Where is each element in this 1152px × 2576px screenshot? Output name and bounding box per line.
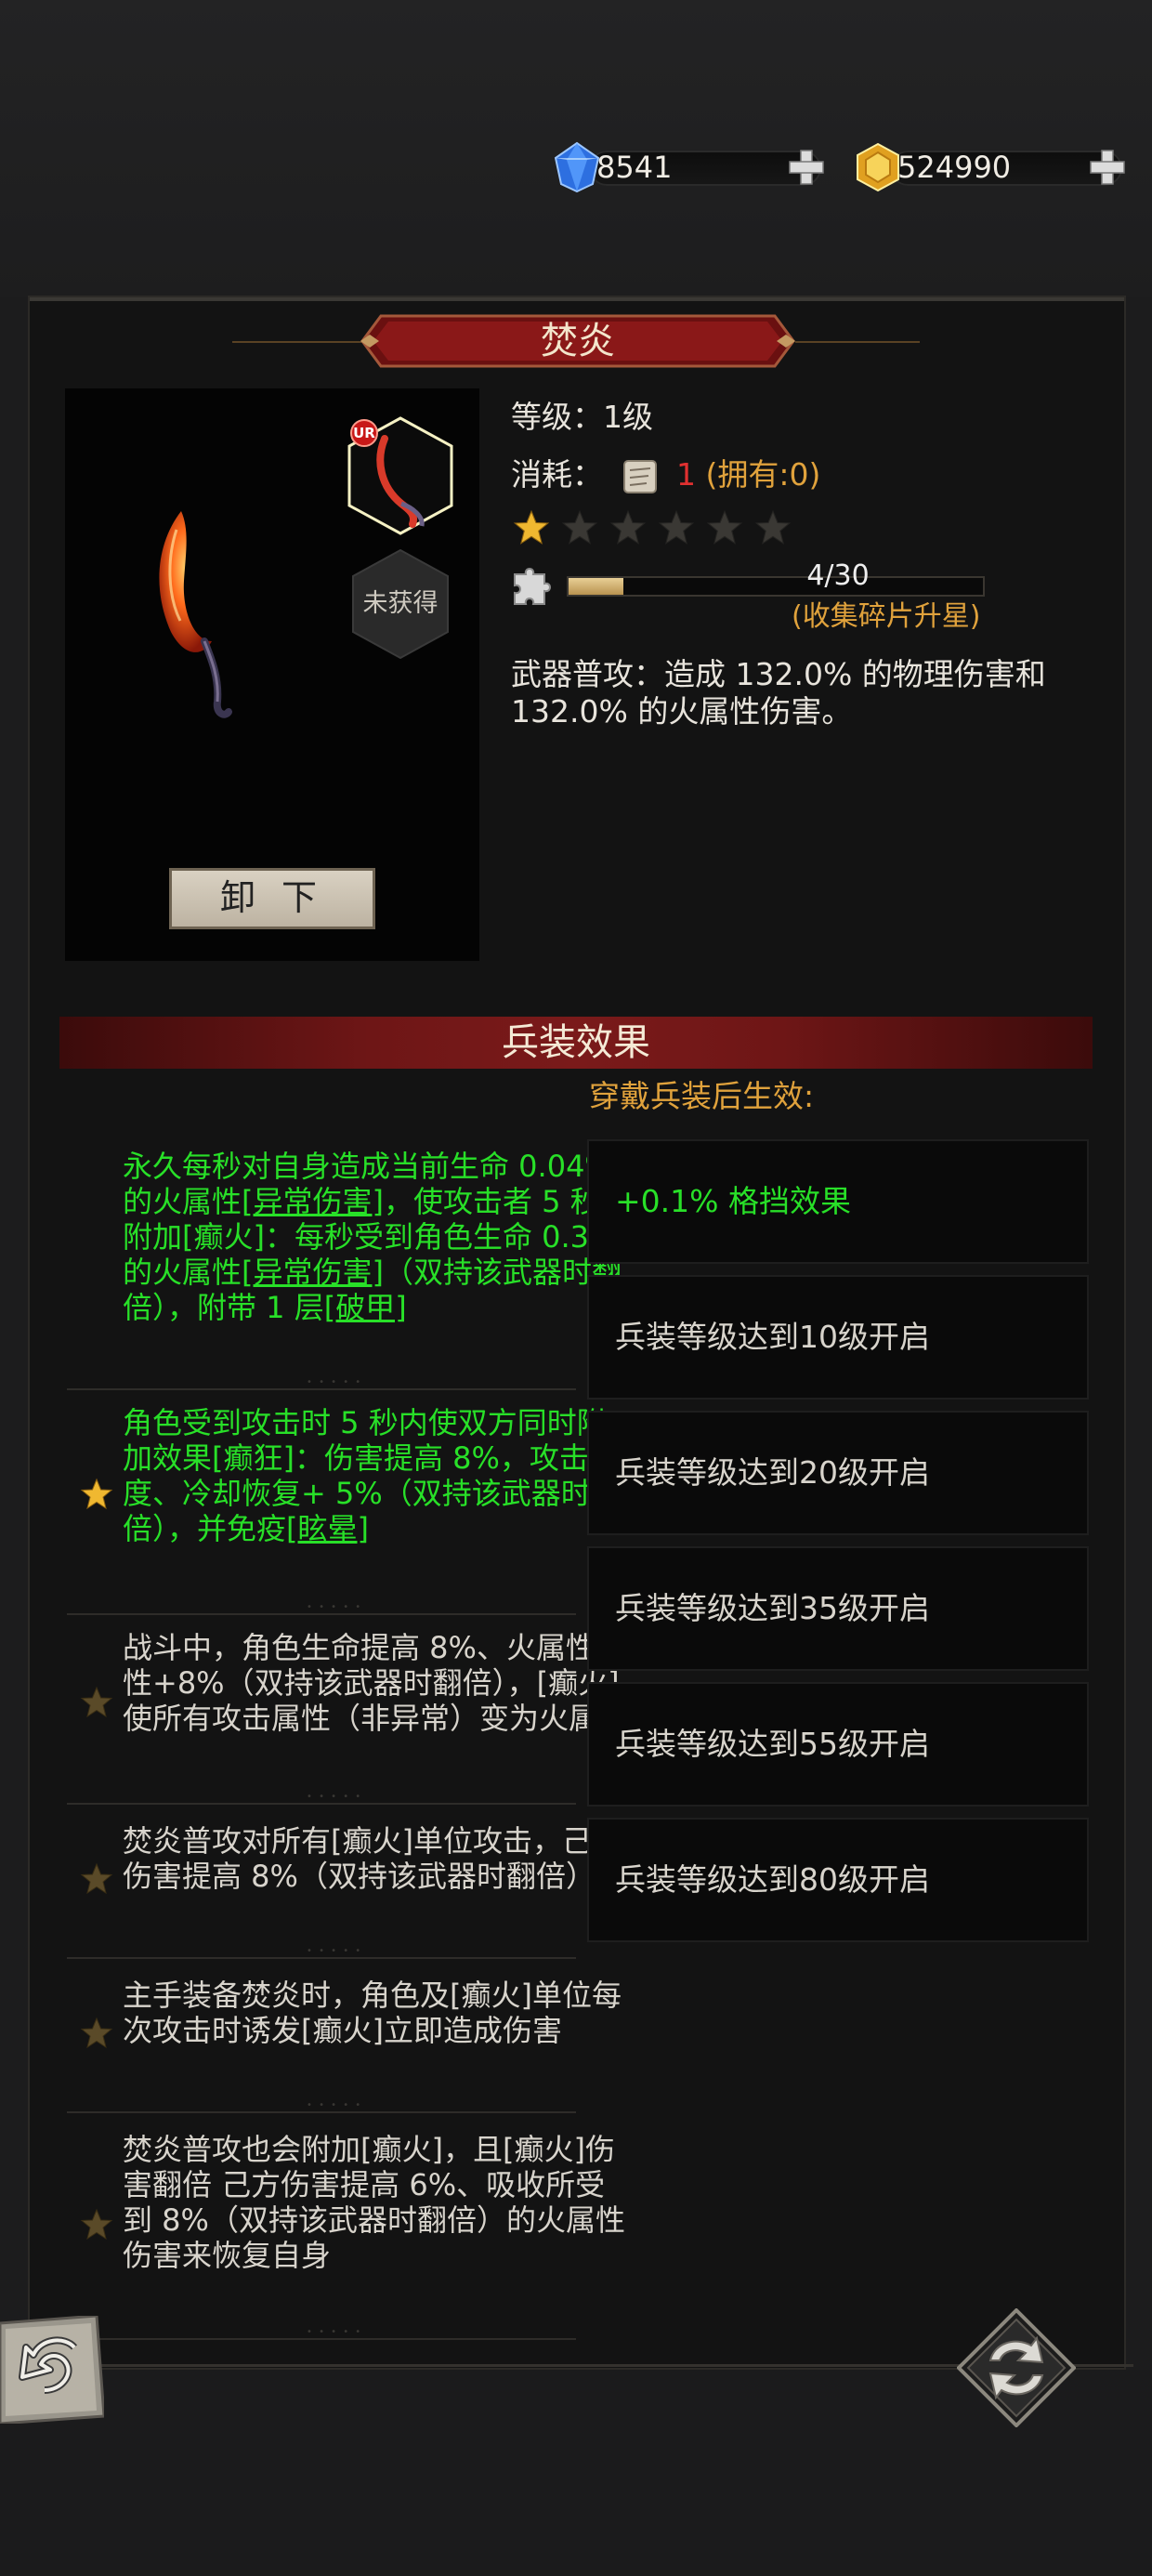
- scroll-icon: [622, 459, 657, 493]
- level-bonus-card: 兵装等级达到35级开启: [587, 1546, 1089, 1671]
- passive-effect-4: 焚炎普攻对所有[癫火]单位攻击，己方伤害提高 8%（双持该武器时翻倍）: [67, 1823, 622, 1935]
- star-filled-icon: [513, 509, 550, 545]
- cost-amount: 1: [676, 456, 696, 493]
- gold-currency: 524990: [853, 141, 1132, 193]
- effect-divider: [67, 1946, 576, 1959]
- star-icon: [80, 2017, 113, 2049]
- refresh-button[interactable]: [957, 2308, 1076, 2427]
- flame-sickle-icon: [159, 511, 232, 718]
- fragment-count: 4/30: [806, 559, 870, 592]
- effect-divider: [67, 1602, 576, 1615]
- star-empty-icon: [609, 509, 647, 545]
- star-empty-icon: [561, 509, 598, 545]
- passive-effect-text: 主手装备焚炎时，角色及[癫火]单位每次攻击时诱发[癫火]立即造成伤害: [123, 1978, 622, 2048]
- passive-effect-5: 主手装备焚炎时，角色及[癫火]单位每次攻击时诱发[癫火]立即造成伤害: [67, 1978, 622, 2089]
- puzzle-piece-icon: [514, 568, 551, 605]
- passive-effect-2: 角色受到攻击时 5 秒内使双方同时附加效果[癫狂]：伤害提高 8%，攻击速度、冷…: [67, 1405, 621, 1591]
- effects-header: 兵装效果: [502, 1021, 650, 1064]
- effect-divider: [67, 2100, 576, 2113]
- unobtained-label: 未获得: [362, 589, 439, 618]
- gem-currency: 8541: [552, 141, 831, 193]
- weapon-title: 焚炎: [541, 320, 615, 362]
- level-bonus-card: 兵装等级达到10级开启: [587, 1275, 1089, 1400]
- cost-owned: (拥有:0): [705, 456, 821, 493]
- unequip-button[interactable]: 卸 下: [169, 868, 375, 929]
- star-empty-icon: [706, 509, 743, 545]
- cost-row: 消耗： 1 (拥有:0): [511, 453, 820, 498]
- title-ornament-right: [795, 341, 920, 343]
- add-gold-button[interactable]: [1085, 145, 1130, 190]
- title-ornament-left: [232, 341, 362, 343]
- star-icon: [80, 1478, 113, 1510]
- star-empty-icon: [658, 509, 695, 545]
- back-button[interactable]: [0, 2316, 104, 2424]
- cost-label: 消耗：: [511, 456, 603, 493]
- effect-divider: [67, 1792, 576, 1805]
- level-bonus-card: 兵装等级达到55级开启: [587, 1682, 1089, 1807]
- star-icon: [80, 1686, 113, 1718]
- level-text: 等级：1级: [511, 399, 653, 435]
- level-bonus-card: 兵装等级达到20级开启: [587, 1411, 1089, 1535]
- gem-amount: 8541: [596, 150, 673, 185]
- weapon-attack-description: 武器普攻：造成 132.0% 的物理伤害和 132.0% 的火属性伤害。: [511, 656, 1046, 729]
- fragment-hint: (收集碎片升星): [792, 600, 981, 633]
- gold-amount: 524990: [897, 150, 1012, 185]
- gold-coin-icon: [857, 142, 899, 192]
- passive-effect-text: 战斗中，角色生命提高 8%、火属性抗性+8%（双持该武器时翻倍），[癫火]使所有…: [123, 1630, 629, 1736]
- passive-effect-6: 焚炎普攻也会附加[癫火]，且[癫火]伤害翻倍 己方伤害提高 6%、吸收所受到 8…: [67, 2132, 625, 2318]
- star-empty-icon: [754, 509, 792, 545]
- effect-divider: [67, 1377, 576, 1390]
- add-gems-button[interactable]: [784, 145, 829, 190]
- passive-effect-3: 战斗中，角色生命提高 8%、火属性抗性+8%（双持该武器时翻倍），[癫火]使所有…: [67, 1630, 628, 1779]
- passive-effect-1: 永久每秒对自身造成当前生命 0.04% 的火属性[异常伤害]，使攻击者 5 秒内…: [67, 1149, 630, 1372]
- rarity-badge: UR: [353, 425, 375, 441]
- gem-icon: [554, 141, 600, 193]
- passive-effect-text: 角色受到攻击时 5 秒内使双方同时附加效果[癫狂]：伤害提高 8%，攻击速度、冷…: [123, 1405, 621, 1546]
- effects-subheader: 穿戴兵装后生效:: [589, 1078, 815, 1114]
- star-icon: [80, 2208, 113, 2241]
- passive-effect-text: 焚炎普攻对所有[癫火]单位攻击，己方伤害提高 8%（双持该武器时翻倍）: [123, 1823, 622, 1894]
- fragment-progress-fill: [569, 578, 624, 595]
- passive-effect-text: 永久每秒对自身造成当前生命 0.04% 的火属性[异常伤害]，使攻击者 5 秒内…: [123, 1149, 630, 1325]
- star-icon: [80, 1862, 113, 1895]
- fragment-progress-bar: [567, 576, 985, 597]
- level-bonus-card: 兵装等级达到80级开启: [587, 1818, 1089, 1942]
- level-bonus-card: +0.1% 格挡效果: [587, 1139, 1089, 1264]
- passive-effect-text: 焚炎普攻也会附加[癫火]，且[癫火]伤害翻倍 己方伤害提高 6%、吸收所受到 8…: [123, 2132, 625, 2273]
- effect-divider: [67, 2327, 576, 2340]
- star-rating: [513, 509, 803, 550]
